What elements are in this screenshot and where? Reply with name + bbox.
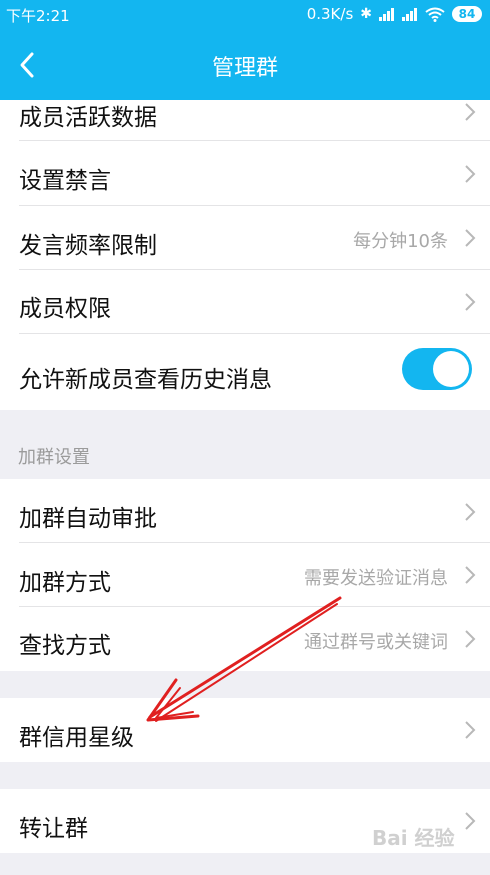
row-label: 发言频率限制 — [19, 233, 157, 259]
history-visibility-toggle[interactable] — [402, 348, 472, 390]
list-item-join-method[interactable]: 加群方式 需要发送验证消息 — [0, 543, 490, 607]
wifi-icon — [425, 7, 445, 22]
nav-bar: 管理群 — [0, 28, 490, 100]
chevron-right-icon — [465, 103, 476, 121]
row-value: 通过群号或关键词 — [304, 632, 448, 653]
row-label: 设置禁言 — [19, 168, 111, 194]
list-item-mute-settings[interactable]: 设置禁言 — [0, 141, 490, 206]
status-icons: 0.3K/s ✱ 84 — [307, 5, 482, 23]
status-bar: 下午2:21 0.3K/s ✱ 84 — [0, 0, 490, 28]
row-label: 成员活跃数据 — [19, 105, 157, 131]
battery-indicator: 84 — [452, 6, 482, 22]
list-item-speak-frequency[interactable]: 发言频率限制 每分钟10条 — [0, 206, 490, 270]
signal-icon — [379, 7, 395, 21]
list-item-auto-approve[interactable]: 加群自动审批 — [0, 479, 490, 543]
page-title: 管理群 — [211, 56, 278, 81]
row-label: 群信用星级 — [19, 725, 134, 751]
signal-icon-2 — [402, 7, 418, 21]
row-value: 每分钟10条 — [353, 231, 448, 252]
row-label: 允许新成员查看历史消息 — [19, 367, 272, 393]
row-label: 成员权限 — [19, 296, 111, 322]
chevron-right-icon — [465, 721, 476, 739]
row-value: 需要发送验证消息 — [304, 568, 448, 589]
list-item-member-permissions[interactable]: 成员权限 — [0, 270, 490, 334]
chevron-right-icon — [465, 630, 476, 648]
chevron-right-icon — [465, 293, 476, 311]
list-item-active-data[interactable]: 成员活跃数据 — [0, 100, 490, 141]
chevron-right-icon — [465, 566, 476, 584]
chevron-right-icon — [465, 165, 476, 183]
status-time: 下午2:21 — [6, 7, 70, 25]
network-speed: 0.3K/s — [306, 5, 354, 23]
row-label: 加群方式 — [19, 570, 111, 596]
bluetooth-icon: ✱ — [360, 6, 372, 22]
chevron-right-icon — [465, 229, 476, 247]
row-label: 转让群 — [19, 816, 88, 842]
list-item-search-method[interactable]: 查找方式 通过群号或关键词 — [0, 607, 490, 671]
chevron-right-icon — [465, 503, 476, 521]
row-label: 加群自动审批 — [19, 506, 157, 532]
section-title-join-settings: 加群设置 — [18, 447, 90, 468]
list-item-credit-rating[interactable]: 群信用星级 — [0, 698, 490, 762]
chevron-right-icon — [465, 812, 476, 830]
toggle-knob — [433, 351, 469, 387]
watermark: Bai 经验 — [372, 826, 455, 850]
row-label: 查找方式 — [19, 633, 111, 659]
